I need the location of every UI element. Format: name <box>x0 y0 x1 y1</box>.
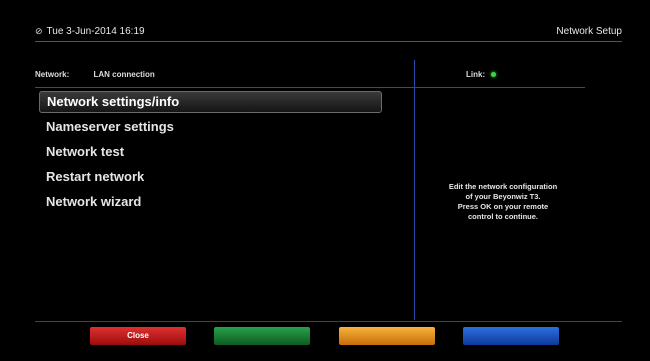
link-status: Link: <box>466 70 497 79</box>
network-label: Network: <box>35 70 70 79</box>
panel-divider <box>414 60 415 320</box>
close-button[interactable]: Close <box>90 327 186 345</box>
menu-item-network-test[interactable]: Network test <box>39 141 382 166</box>
footer-divider <box>35 321 622 322</box>
clock-icon: ⊘ <box>35 26 43 36</box>
menu-item-nameserver-settings[interactable]: Nameserver settings <box>39 116 382 141</box>
datetime-text: Tue 3-Jun-2014 16:19 <box>46 26 145 37</box>
menu-item-restart-network[interactable]: Restart network <box>39 166 382 191</box>
network-status: Network: LAN connection <box>35 70 155 79</box>
link-label: Link: <box>466 70 486 79</box>
green-button[interactable] <box>214 327 310 345</box>
link-indicator-icon <box>491 72 497 77</box>
help-text: Edit the network configuration of your B… <box>420 182 586 222</box>
menu-item-network-wizard[interactable]: Network wizard <box>39 191 382 216</box>
help-line: of your Beyonwiz T3. <box>465 192 541 201</box>
header-clock: ⊘ Tue 3-Jun-2014 16:19 <box>35 26 145 37</box>
network-value: LAN connection <box>93 70 155 79</box>
network-menu: Network settings/info Nameserver setting… <box>39 91 382 216</box>
help-line: Press OK on your remote <box>457 202 549 211</box>
blue-button[interactable] <box>463 327 559 345</box>
menu-item-network-settings[interactable]: Network settings/info <box>39 91 382 113</box>
help-line: Edit the network configuration <box>448 182 558 191</box>
help-line: control to continue. <box>468 212 538 221</box>
yellow-button[interactable] <box>339 327 435 345</box>
status-divider <box>35 87 585 88</box>
page-title: Network Setup <box>556 26 622 37</box>
header-divider <box>35 41 622 42</box>
